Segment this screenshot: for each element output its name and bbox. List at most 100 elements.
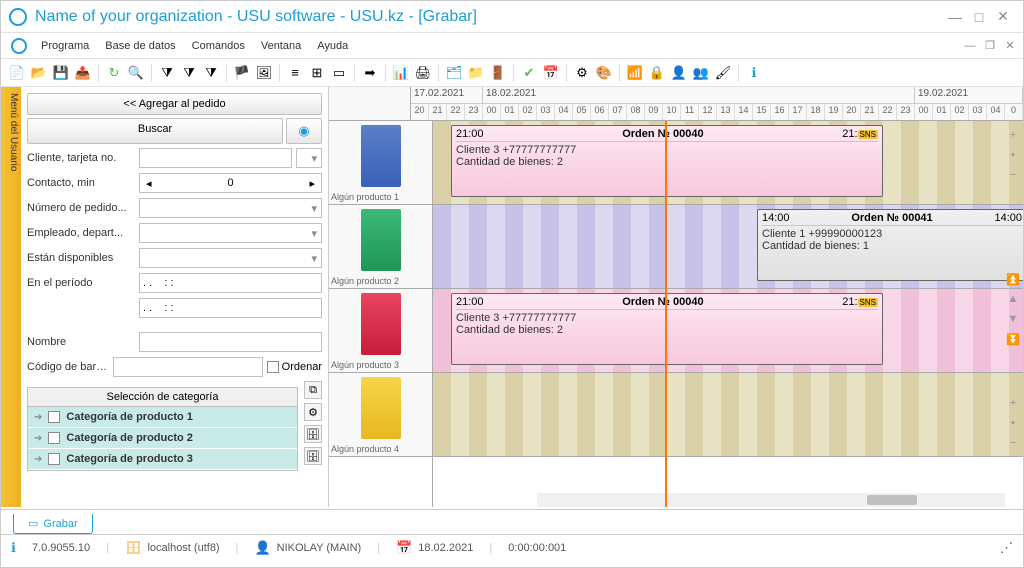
tab-grabar[interactable]: ▭Grabar <box>13 514 93 534</box>
search-button[interactable]: Buscar <box>27 118 283 144</box>
brush-icon[interactable]: 🖌 <box>713 63 733 83</box>
settings-icon[interactable]: ⚙ <box>304 403 322 421</box>
input-periodo-from[interactable] <box>139 273 322 293</box>
detail-icon[interactable]: ▭ <box>329 63 349 83</box>
select-disponibles[interactable]: ▾ <box>139 248 322 268</box>
add-to-order-button[interactable]: << Agregar al pedido <box>27 93 322 115</box>
zoom-in-icon[interactable]: + <box>1005 127 1021 143</box>
product-cell-2[interactable]: Algún producto 2 <box>329 205 432 289</box>
hour-cell: 11 <box>681 104 699 120</box>
copy-icon[interactable]: ⧉ <box>304 381 322 399</box>
plus-icon[interactable]: + <box>1005 395 1021 411</box>
menu-comandos[interactable]: Comandos <box>184 38 253 54</box>
maximize-button[interactable]: □ <box>967 5 991 29</box>
save-icon[interactable]: 💾 <box>51 63 71 83</box>
list-icon[interactable]: ≡ <box>285 63 305 83</box>
print-icon[interactable]: 🖨 <box>413 63 433 83</box>
scheduler-header: 17.02.2021 18.02.2021 19.02.2021 2021222… <box>329 87 1023 121</box>
expand-icon[interactable]: ➔ <box>34 433 42 444</box>
select-pedido[interactable]: ▾ <box>139 198 322 218</box>
db1-icon[interactable]: 🗄 <box>304 425 322 443</box>
excel-icon[interactable]: 📊 <box>391 63 411 83</box>
zoom-out-icon[interactable]: − <box>1005 167 1021 183</box>
dot-icon[interactable]: • <box>1005 415 1021 431</box>
mdi-close-icon[interactable]: ✕ <box>1001 37 1019 55</box>
input-periodo-to[interactable] <box>139 298 322 318</box>
order-block-00041[interactable]: 14:00Orden № 0004114:00 Cliente 1 +99990… <box>757 209 1023 281</box>
check-icon[interactable]: ✔ <box>519 63 539 83</box>
search-icon[interactable]: 🔍 <box>126 63 146 83</box>
user-menu-sidebar-tab[interactable]: Menú del Usuario <box>1 87 21 507</box>
resize-grip-icon[interactable]: ⋰ <box>1000 540 1013 556</box>
mdi-restore-icon[interactable]: ❐ <box>981 37 999 55</box>
menu-programa[interactable]: Programa <box>33 38 97 54</box>
input-barras[interactable] <box>113 357 263 377</box>
scrollbar-thumb[interactable] <box>867 495 917 505</box>
nav-down2-icon[interactable]: ⏬ <box>1005 331 1021 347</box>
lock-icon[interactable]: 🔒 <box>647 63 667 83</box>
mdi-minimize-icon[interactable]: — <box>961 37 979 55</box>
locate-button[interactable]: ◉ <box>286 118 322 144</box>
refresh-icon[interactable]: ↻ <box>104 63 124 83</box>
category-row-3[interactable]: ➔Categoría de producto 3 <box>28 449 297 470</box>
checkbox-cat2[interactable] <box>48 432 60 444</box>
input-cliente[interactable] <box>139 148 292 168</box>
new-icon[interactable]: 📄 <box>7 63 27 83</box>
filter3-icon[interactable]: ⧩ <box>201 63 221 83</box>
hour-cell: 23 <box>465 104 483 120</box>
menu-ayuda[interactable]: Ayuda <box>309 38 356 54</box>
gear-icon[interactable]: ⚙ <box>572 63 592 83</box>
close-button[interactable]: ✕ <box>991 5 1015 29</box>
menu-logo-icon[interactable] <box>11 38 27 54</box>
checkbox-cat1[interactable] <box>48 411 60 423</box>
open-icon[interactable]: 📂 <box>29 63 49 83</box>
flag-icon[interactable]: 🏴 <box>232 63 252 83</box>
menu-base-datos[interactable]: Base de datos <box>97 38 183 54</box>
color-icon[interactable]: 🎨 <box>594 63 614 83</box>
export-icon[interactable]: 📤 <box>73 63 93 83</box>
checkbox-cat3[interactable] <box>48 453 60 465</box>
timeline-row-3[interactable]: 21:00Orden № 0004021:SNS Cliente 3 +7777… <box>433 289 1023 373</box>
info-icon[interactable]: ℹ <box>744 63 764 83</box>
calendar-tb-icon[interactable]: 📅 <box>541 63 561 83</box>
order-block-00040[interactable]: 21:00Orden № 0004021:SNS Cliente 3 +7777… <box>451 125 883 197</box>
nav-up-icon[interactable]: ⏫ <box>1005 271 1021 287</box>
menu-ventana[interactable]: Ventana <box>253 38 309 54</box>
user-icon[interactable]: 👤 <box>669 63 689 83</box>
users-icon[interactable]: 👥 <box>691 63 711 83</box>
product-cell-3[interactable]: Algún producto 3 <box>329 289 432 373</box>
filter2-icon[interactable]: ⧩ <box>179 63 199 83</box>
category-row-2[interactable]: ➔Categoría de producto 2 <box>28 428 297 449</box>
expand-icon[interactable]: ➔ <box>34 412 42 423</box>
timeline-row-1[interactable]: 21:00Orden № 0004021:SNS Cliente 3 +7777… <box>433 121 1023 205</box>
forward-icon[interactable]: ➡ <box>360 63 380 83</box>
exit-icon[interactable]: 🚪 <box>488 63 508 83</box>
filter-icon[interactable]: ⧩ <box>157 63 177 83</box>
image-icon[interactable]: 🖼 <box>254 63 274 83</box>
category-row-1[interactable]: ➔Categoría de producto 1 <box>28 407 297 428</box>
product-cell-4[interactable]: Algún producto 4 <box>329 373 432 457</box>
db2-icon[interactable]: 🗄 <box>304 447 322 465</box>
nav-down-icon[interactable]: ▼ <box>1005 311 1021 327</box>
spinner-contacto[interactable]: ◂0▸ <box>139 173 322 193</box>
nav-up2-icon[interactable]: ▲ <box>1005 291 1021 307</box>
minimize-button[interactable]: — <box>943 5 967 29</box>
zoom-fit-icon[interactable]: • <box>1005 147 1021 163</box>
tree-icon[interactable]: ⊞ <box>307 63 327 83</box>
info-status-icon[interactable]: ℹ <box>11 540 16 556</box>
select-empleado[interactable]: ▾ <box>139 223 322 243</box>
minus-icon[interactable]: − <box>1005 435 1021 451</box>
input-nombre[interactable] <box>139 332 322 352</box>
expand-icon[interactable]: ➔ <box>34 454 42 465</box>
select-cliente-extra[interactable]: ▾ <box>296 148 322 168</box>
checkbox-ordenar[interactable] <box>267 361 279 373</box>
rss-icon[interactable]: 📶 <box>625 63 645 83</box>
timeline-row-2[interactable]: 14:00Orden № 0004114:00 Cliente 1 +99990… <box>433 205 1023 289</box>
horizontal-scrollbar[interactable] <box>537 493 1005 507</box>
card-icon[interactable]: 🗂 <box>444 63 464 83</box>
timeline-row-4[interactable] <box>433 373 1023 457</box>
timeline-column[interactable]: 21:00Orden № 0004021:SNS Cliente 3 +7777… <box>433 121 1023 507</box>
folder-icon[interactable]: 📁 <box>466 63 486 83</box>
order-block-00040b[interactable]: 21:00Orden № 0004021:SNS Cliente 3 +7777… <box>451 293 883 365</box>
product-cell-1[interactable]: Algún producto 1 <box>329 121 432 205</box>
